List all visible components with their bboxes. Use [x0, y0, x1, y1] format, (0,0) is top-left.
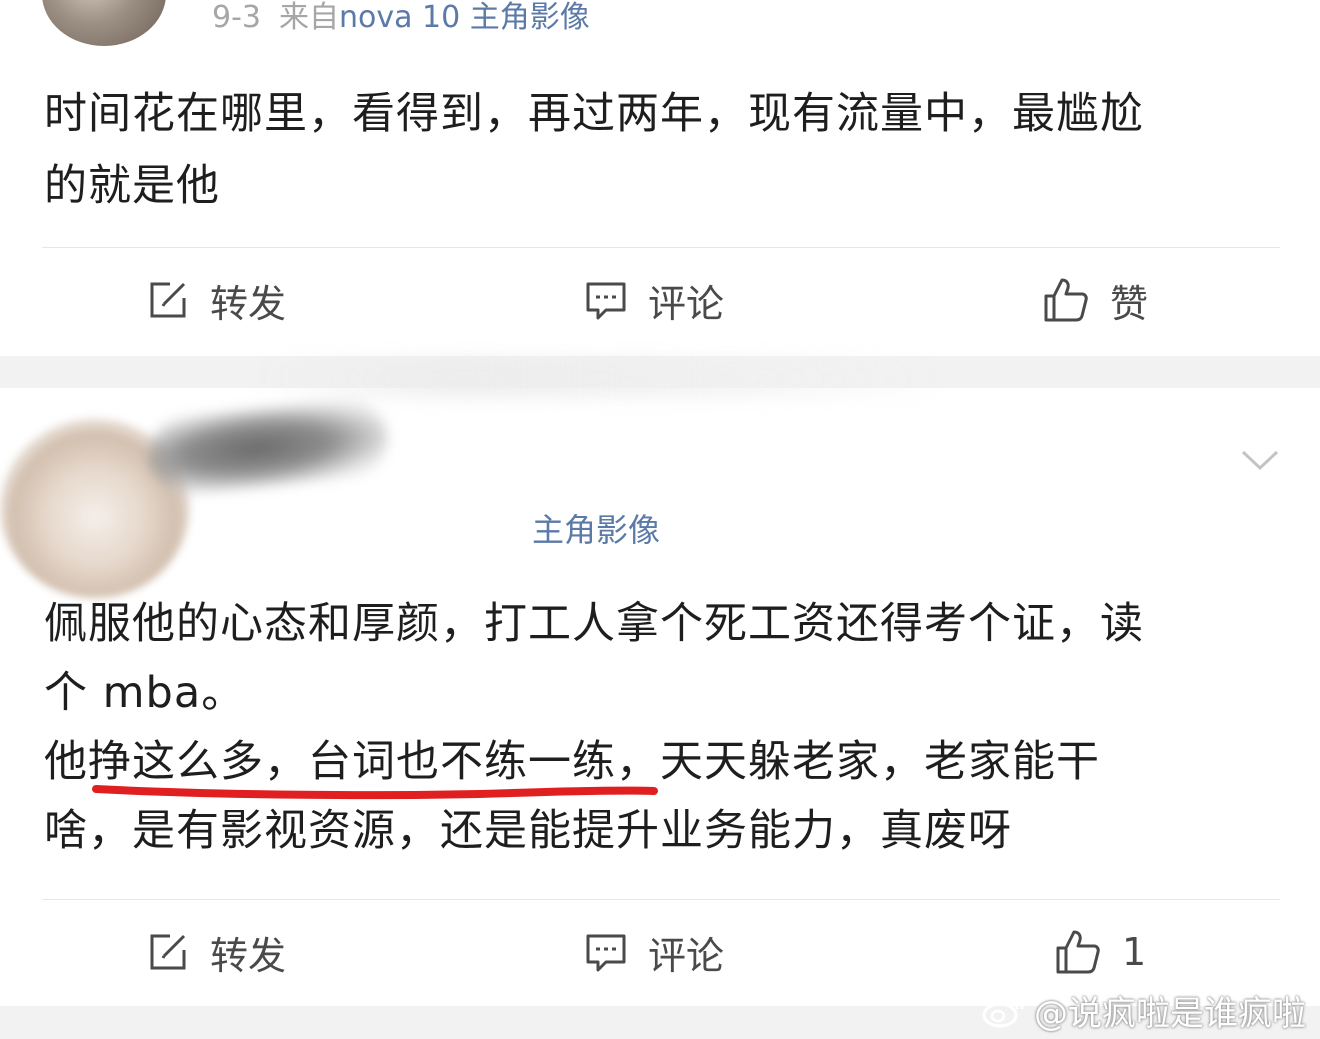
comment-label: 评论	[648, 281, 725, 326]
repost-label: 转发	[210, 933, 287, 978]
comment-card-1: 9-3 来自nova 10 主角影像 时间花在哪里，看得到，再过两年，现有流量中，…	[0, 0, 1320, 356]
divider	[42, 899, 1280, 900]
comment-bubble-icon	[586, 934, 626, 972]
blurred-region	[250, 358, 950, 398]
chevron-down-icon[interactable]	[1240, 448, 1280, 472]
blurred-username	[144, 395, 392, 499]
content-line: 个 mba。	[44, 668, 246, 718]
comment-label: 评论	[648, 933, 725, 978]
post-meta: 主角影像	[532, 510, 660, 550]
comment-button[interactable]: 评论	[584, 922, 724, 982]
comment-button[interactable]: 评论	[584, 270, 724, 330]
from-label: 来自	[279, 0, 339, 35]
content-line: 时间花在哪里，看得到，再过两年，现有流量中，最尴尬	[44, 89, 1144, 139]
post-meta: 9-3 来自nova 10 主角影像	[212, 0, 590, 38]
weibo-logo-icon	[982, 996, 1024, 1027]
thumbs-up-icon	[1044, 278, 1088, 322]
repost-button[interactable]: 转发	[146, 922, 286, 982]
like-count: 1	[1122, 930, 1147, 974]
edit-square-icon	[150, 934, 186, 970]
divider	[42, 247, 1280, 248]
watermark: @说疯啦是谁疯啦	[982, 986, 1306, 1035]
post-content: 佩服他的心态和厚颜，打工人拿个死工资还得考个证，读 个 mba。 他挣这么多，台…	[44, 590, 1284, 866]
like-label: 赞	[1110, 281, 1149, 326]
thumbs-up-icon	[1056, 930, 1100, 974]
like-button[interactable]: 赞	[1042, 270, 1148, 330]
red-underline-annotation	[92, 785, 658, 800]
avatar[interactable]	[42, 0, 166, 46]
content-line: 啥，是有影视资源，还是能提升业务能力，真废呀	[44, 806, 1012, 856]
like-button[interactable]: 1	[1054, 922, 1146, 982]
repost-label: 转发	[210, 281, 287, 326]
device-source-link[interactable]: 主角影像	[532, 511, 660, 549]
post-content: 时间花在哪里，看得到，再过两年，现有流量中，最尴尬 的就是他	[44, 78, 1284, 222]
post-date: 9-3	[212, 0, 261, 35]
repost-button[interactable]: 转发	[146, 270, 286, 330]
content-line: 的就是他	[44, 161, 220, 211]
content-line: 佩服他的心态和厚颜，打工人拿个死工资还得考个证，读	[44, 599, 1144, 649]
watermark-text: @说疯啦是谁疯啦	[1034, 994, 1306, 1034]
comment-bubble-icon	[586, 282, 626, 320]
device-source-link[interactable]: nova 10 主角影像	[339, 0, 590, 35]
edit-square-icon	[150, 282, 186, 318]
